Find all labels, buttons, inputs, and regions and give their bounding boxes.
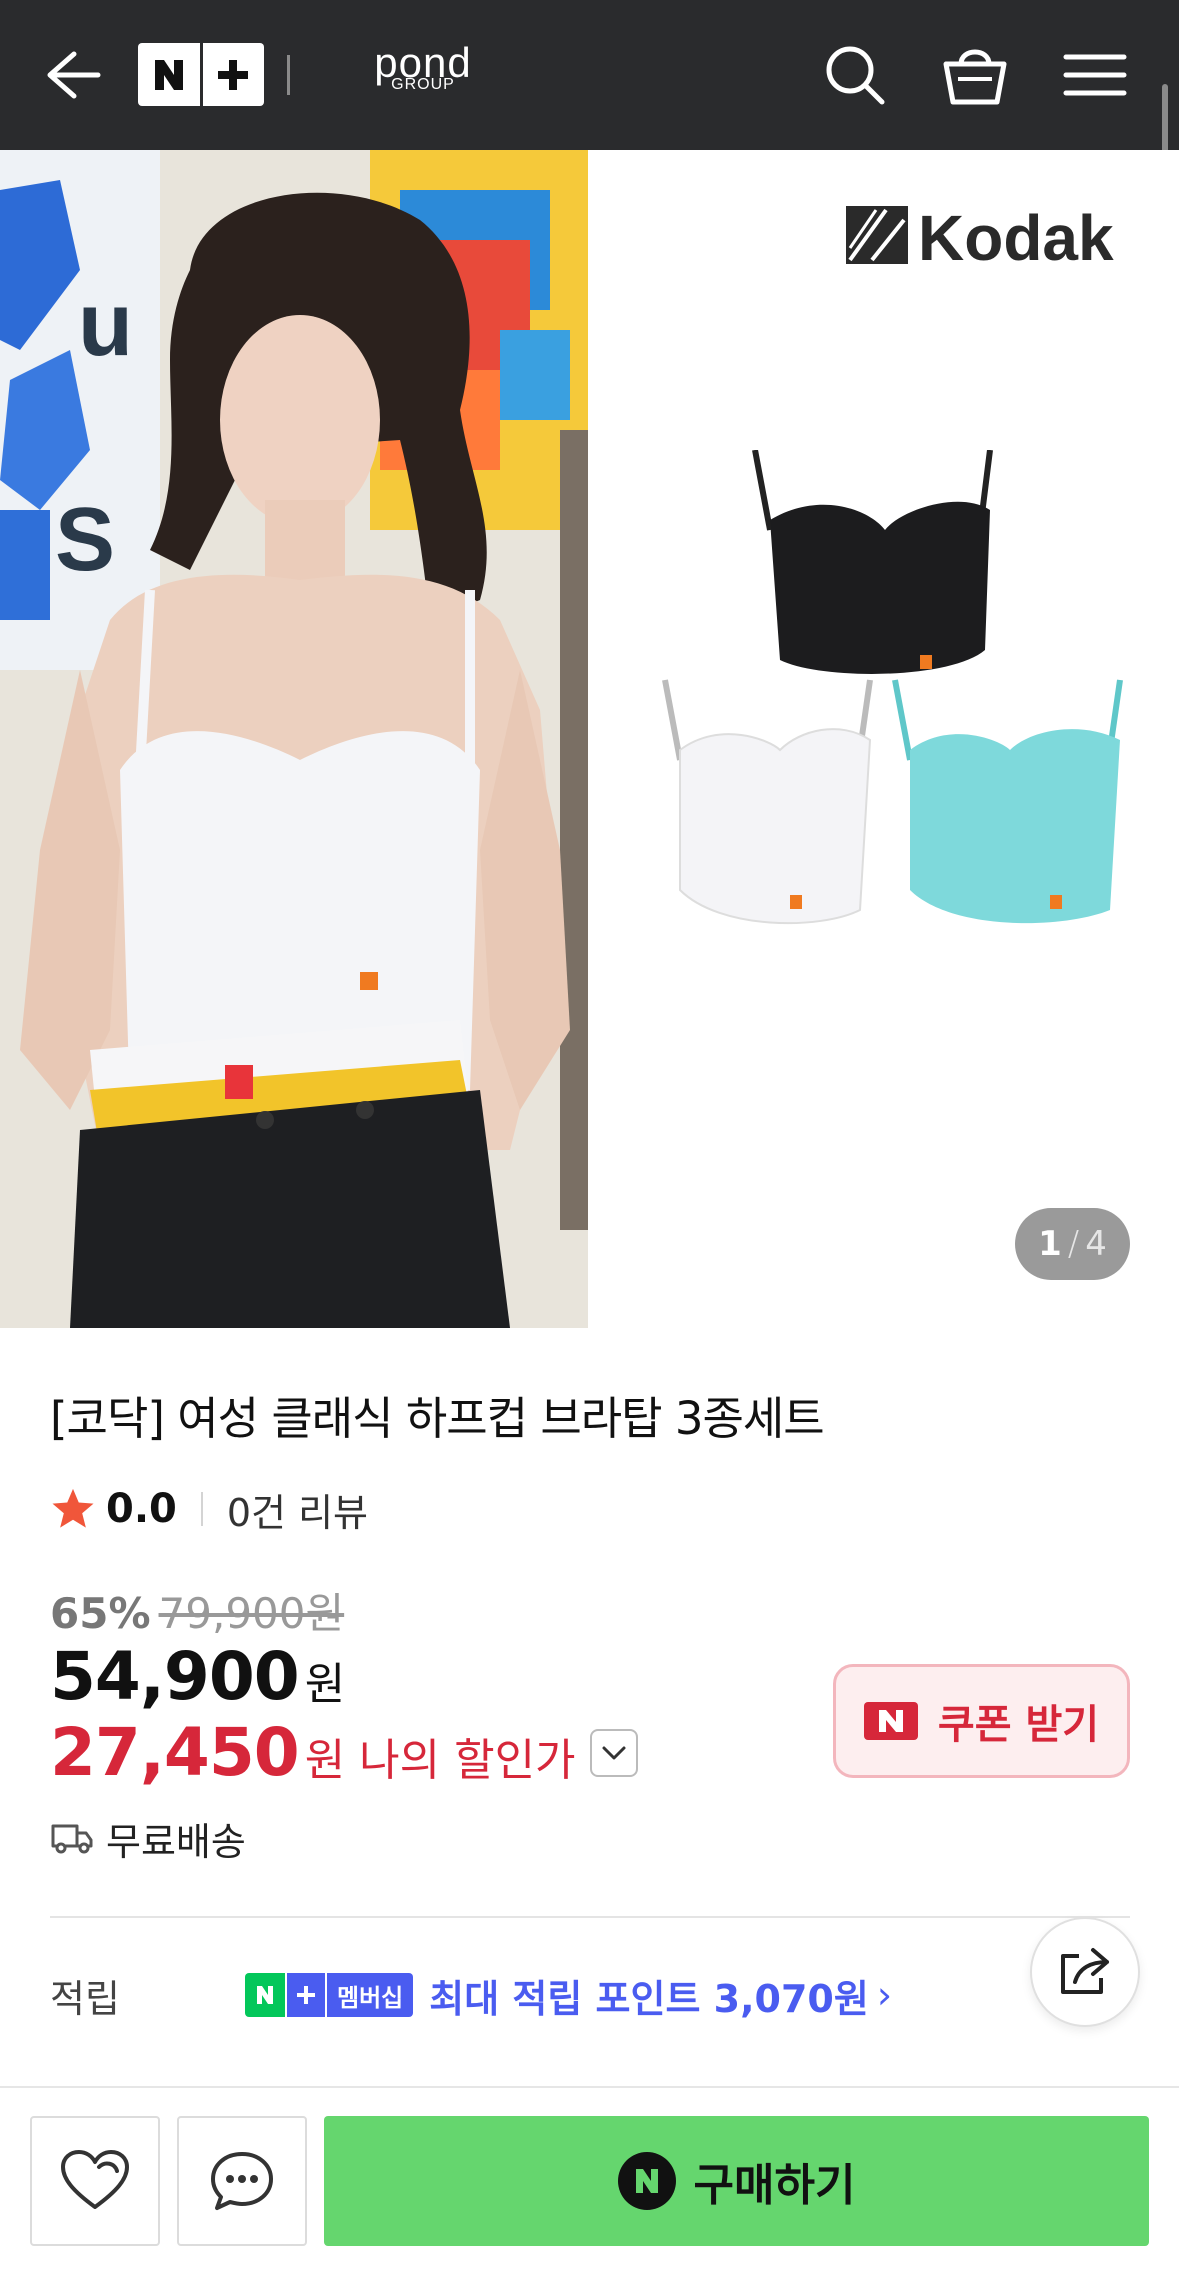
mint-top (892, 679, 1123, 924)
naver-n-icon (863, 1702, 918, 1740)
logo-divider (287, 55, 290, 95)
max-points-value: 최대 적립 포인트 3,070원 (429, 1976, 869, 2021)
product-variants-image (662, 450, 1123, 925)
original-price-row: 65% 79,900원 (50, 1580, 344, 1641)
current-image-number: 1 (1038, 1224, 1062, 1264)
get-coupon-button[interactable]: 쿠폰 받기 (833, 1664, 1130, 1778)
chevron-down-icon[interactable] (589, 1728, 638, 1777)
my-price-value: 27,450 (50, 1714, 300, 1791)
buy-button[interactable]: 구매하기 (324, 2116, 1149, 2246)
white-top (662, 679, 873, 925)
points-label: 적립 (50, 1976, 120, 2021)
heart-icon (61, 2150, 129, 2209)
section-divider (50, 1916, 1130, 1918)
product-title: [코닥] 여성 클래식 하프컵 브라탑 3종세트 (50, 1392, 825, 1445)
naver-n-icon (245, 1973, 285, 2017)
model-photo: u S (0, 150, 588, 1328)
points-row[interactable]: 적립 멤버십 최대 적립 포인트 3,070원 › (50, 1970, 893, 2021)
search-icon[interactable] (820, 40, 890, 110)
sale-price: 54,900 원 (50, 1638, 345, 1715)
counter-slash: / (1067, 1224, 1080, 1264)
shopping-bag-icon[interactable] (940, 40, 1010, 110)
shipping-info: 무료배송 (50, 1814, 246, 1864)
naver-plus-logo[interactable] (138, 43, 264, 106)
rating-row[interactable]: 0.0 0건 리뷰 (50, 1486, 368, 1535)
product-image-carousel[interactable]: u S Kodak 1 / 4 (0, 150, 1179, 1328)
my-discount-price[interactable]: 27,450 원 나의 할인가 (50, 1714, 638, 1791)
talk-button[interactable] (177, 2116, 307, 2246)
svg-text:u: u (78, 275, 133, 375)
total-image-number: 4 (1085, 1224, 1107, 1264)
naver-plus-membership-badge: 멤버십 (245, 1973, 414, 2017)
review-count-link[interactable]: 0건 리뷰 (227, 1482, 368, 1537)
star-icon (52, 1488, 94, 1528)
original-price: 79,900원 (158, 1589, 345, 1638)
black-top (752, 450, 993, 674)
share-button[interactable] (1030, 1917, 1140, 2027)
plus-icon (285, 1973, 325, 2017)
pond-group-logo[interactable]: pond GROUP (368, 42, 478, 102)
shipping-text: 무료배송 (106, 1819, 246, 1864)
svg-text:S: S (55, 490, 115, 590)
image-page-counter: 1 / 4 (1015, 1208, 1130, 1280)
buy-label: 구매하기 (693, 2160, 856, 2211)
rating-score: 0.0 (106, 1486, 177, 1532)
naver-pay-n-icon (617, 2152, 676, 2210)
membership-text: 멤버십 (325, 1973, 414, 2017)
my-price-label: 원 나의 할인가 (304, 1735, 576, 1786)
discount-percent: 65% (50, 1589, 151, 1638)
top-navigation-bar: pond GROUP (0, 0, 1179, 150)
kodak-logo: Kodak (846, 200, 1132, 274)
rating-divider (200, 1492, 203, 1526)
chevron-right-icon: › (876, 1973, 893, 2017)
coupon-label: 쿠폰 받기 (937, 1702, 1100, 1748)
share-icon (1061, 1948, 1109, 1994)
truck-icon (51, 1824, 93, 1854)
sale-price-unit: 원 (304, 1659, 346, 1710)
naver-n-icon (138, 43, 200, 106)
bottom-action-bar: 구매하기 (0, 2086, 1179, 2277)
next-section-peek (50, 2076, 1130, 2086)
chat-bubble-icon (211, 2152, 273, 2210)
plus-icon (199, 43, 265, 106)
back-arrow-icon[interactable] (40, 40, 106, 110)
menu-icon[interactable] (1060, 40, 1130, 110)
wishlist-button[interactable] (30, 2116, 160, 2246)
sale-price-value: 54,900 (50, 1638, 300, 1715)
svg-text:Kodak: Kodak (918, 202, 1114, 270)
